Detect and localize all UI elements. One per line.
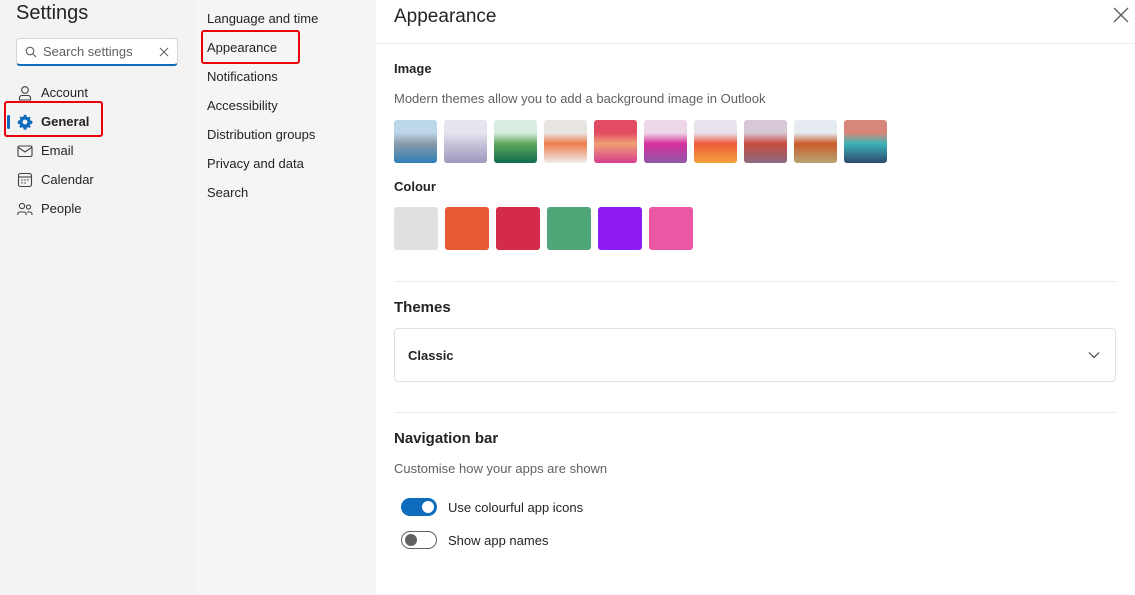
- settings-title: Settings: [16, 2, 89, 24]
- close-icon[interactable]: [1111, 5, 1131, 25]
- nav-item-general[interactable]: General: [0, 107, 196, 136]
- header-divider: [376, 43, 1135, 44]
- page-title: Appearance: [394, 6, 497, 27]
- mail-icon: [17, 143, 33, 159]
- colour-swatch-purple[interactable]: [598, 207, 642, 250]
- nav-item-calendar[interactable]: Calendar: [0, 165, 196, 194]
- themes-section-heading: Themes: [394, 299, 451, 316]
- nav-item-label: People: [41, 201, 82, 216]
- subnav-item-appearance[interactable]: Appearance: [207, 33, 318, 62]
- image-section-description: Modern themes allow you to add a backgro…: [394, 91, 766, 106]
- chevron-down-icon: [1088, 352, 1100, 359]
- search-settings-box[interactable]: [16, 38, 178, 66]
- colour-swatch-orange[interactable]: [445, 207, 489, 250]
- toggle-label: Use colourful app icons: [448, 499, 584, 515]
- navigation-bar-section-heading: Navigation bar: [394, 430, 499, 447]
- calendar-icon: [17, 172, 33, 188]
- subnav-item-search[interactable]: Search: [207, 178, 318, 207]
- person-icon: [17, 85, 33, 101]
- settings-category-list: Account General Email Calendar People: [0, 78, 196, 223]
- subnav-item-language-and-time[interactable]: Language and time: [207, 4, 318, 33]
- section-divider: [394, 412, 1116, 413]
- background-thumbnail-pink-bubbles[interactable]: [644, 120, 687, 163]
- section-divider: [394, 281, 1116, 282]
- gear-icon: [17, 114, 33, 130]
- background-thumbnail-desert-layers[interactable]: [794, 120, 837, 163]
- subnav-item-distribution-groups[interactable]: Distribution groups: [207, 120, 318, 149]
- toggle-label: Show app names: [448, 532, 549, 548]
- background-thumbnail-lavender-dunes[interactable]: [444, 120, 487, 163]
- search-icon: [25, 46, 37, 57]
- image-section-label: Image: [394, 61, 432, 76]
- subnav-item-accessibility[interactable]: Accessibility: [207, 91, 318, 120]
- subnav-item-privacy-and-data[interactable]: Privacy and data: [207, 149, 318, 178]
- toggle-row-app-names: Show app names: [401, 531, 548, 549]
- clear-search-icon[interactable]: [159, 47, 169, 57]
- toggle-row-colourful-icons: Use colourful app icons: [401, 498, 583, 516]
- background-thumbnail-pink-swirl[interactable]: [594, 120, 637, 163]
- subnav-item-notifications[interactable]: Notifications: [207, 62, 318, 91]
- background-thumbnail-green-shapes[interactable]: [494, 120, 537, 163]
- colour-swatch-crimson[interactable]: [496, 207, 540, 250]
- search-settings-input[interactable]: [43, 44, 159, 59]
- colour-swatch-green[interactable]: [547, 207, 591, 250]
- show-app-names-toggle[interactable]: [401, 531, 437, 549]
- background-image-picker: [394, 120, 887, 163]
- navigation-bar-description: Customise how your apps are shown: [394, 461, 608, 476]
- colour-swatch-light-gray[interactable]: [394, 207, 438, 250]
- colourful-app-icons-toggle[interactable]: [401, 498, 437, 516]
- people-icon: [17, 201, 33, 217]
- colour-section-label: Colour: [394, 179, 436, 194]
- background-thumbnail-mountain-lake[interactable]: [394, 120, 437, 163]
- general-subcategory-list: Language and time Appearance Notificatio…: [207, 4, 318, 207]
- background-thumbnail-white-orange-wave[interactable]: [544, 120, 587, 163]
- nav-item-account[interactable]: Account: [0, 78, 196, 107]
- background-thumbnail-orange-petals[interactable]: [694, 120, 737, 163]
- nav-item-email[interactable]: Email: [0, 136, 196, 165]
- colour-swatch-pink[interactable]: [649, 207, 693, 250]
- nav-item-people[interactable]: People: [0, 194, 196, 223]
- nav-item-label: Calendar: [41, 172, 94, 187]
- colour-picker: [394, 207, 693, 250]
- theme-dropdown[interactable]: Classic: [394, 328, 1116, 382]
- background-thumbnail-red-lake[interactable]: [744, 120, 787, 163]
- nav-item-label: General: [41, 114, 90, 129]
- nav-item-label: Account: [41, 85, 88, 100]
- nav-item-label: Email: [41, 143, 74, 158]
- background-thumbnail-turquoise-arch[interactable]: [844, 120, 887, 163]
- theme-dropdown-value: Classic: [408, 347, 454, 363]
